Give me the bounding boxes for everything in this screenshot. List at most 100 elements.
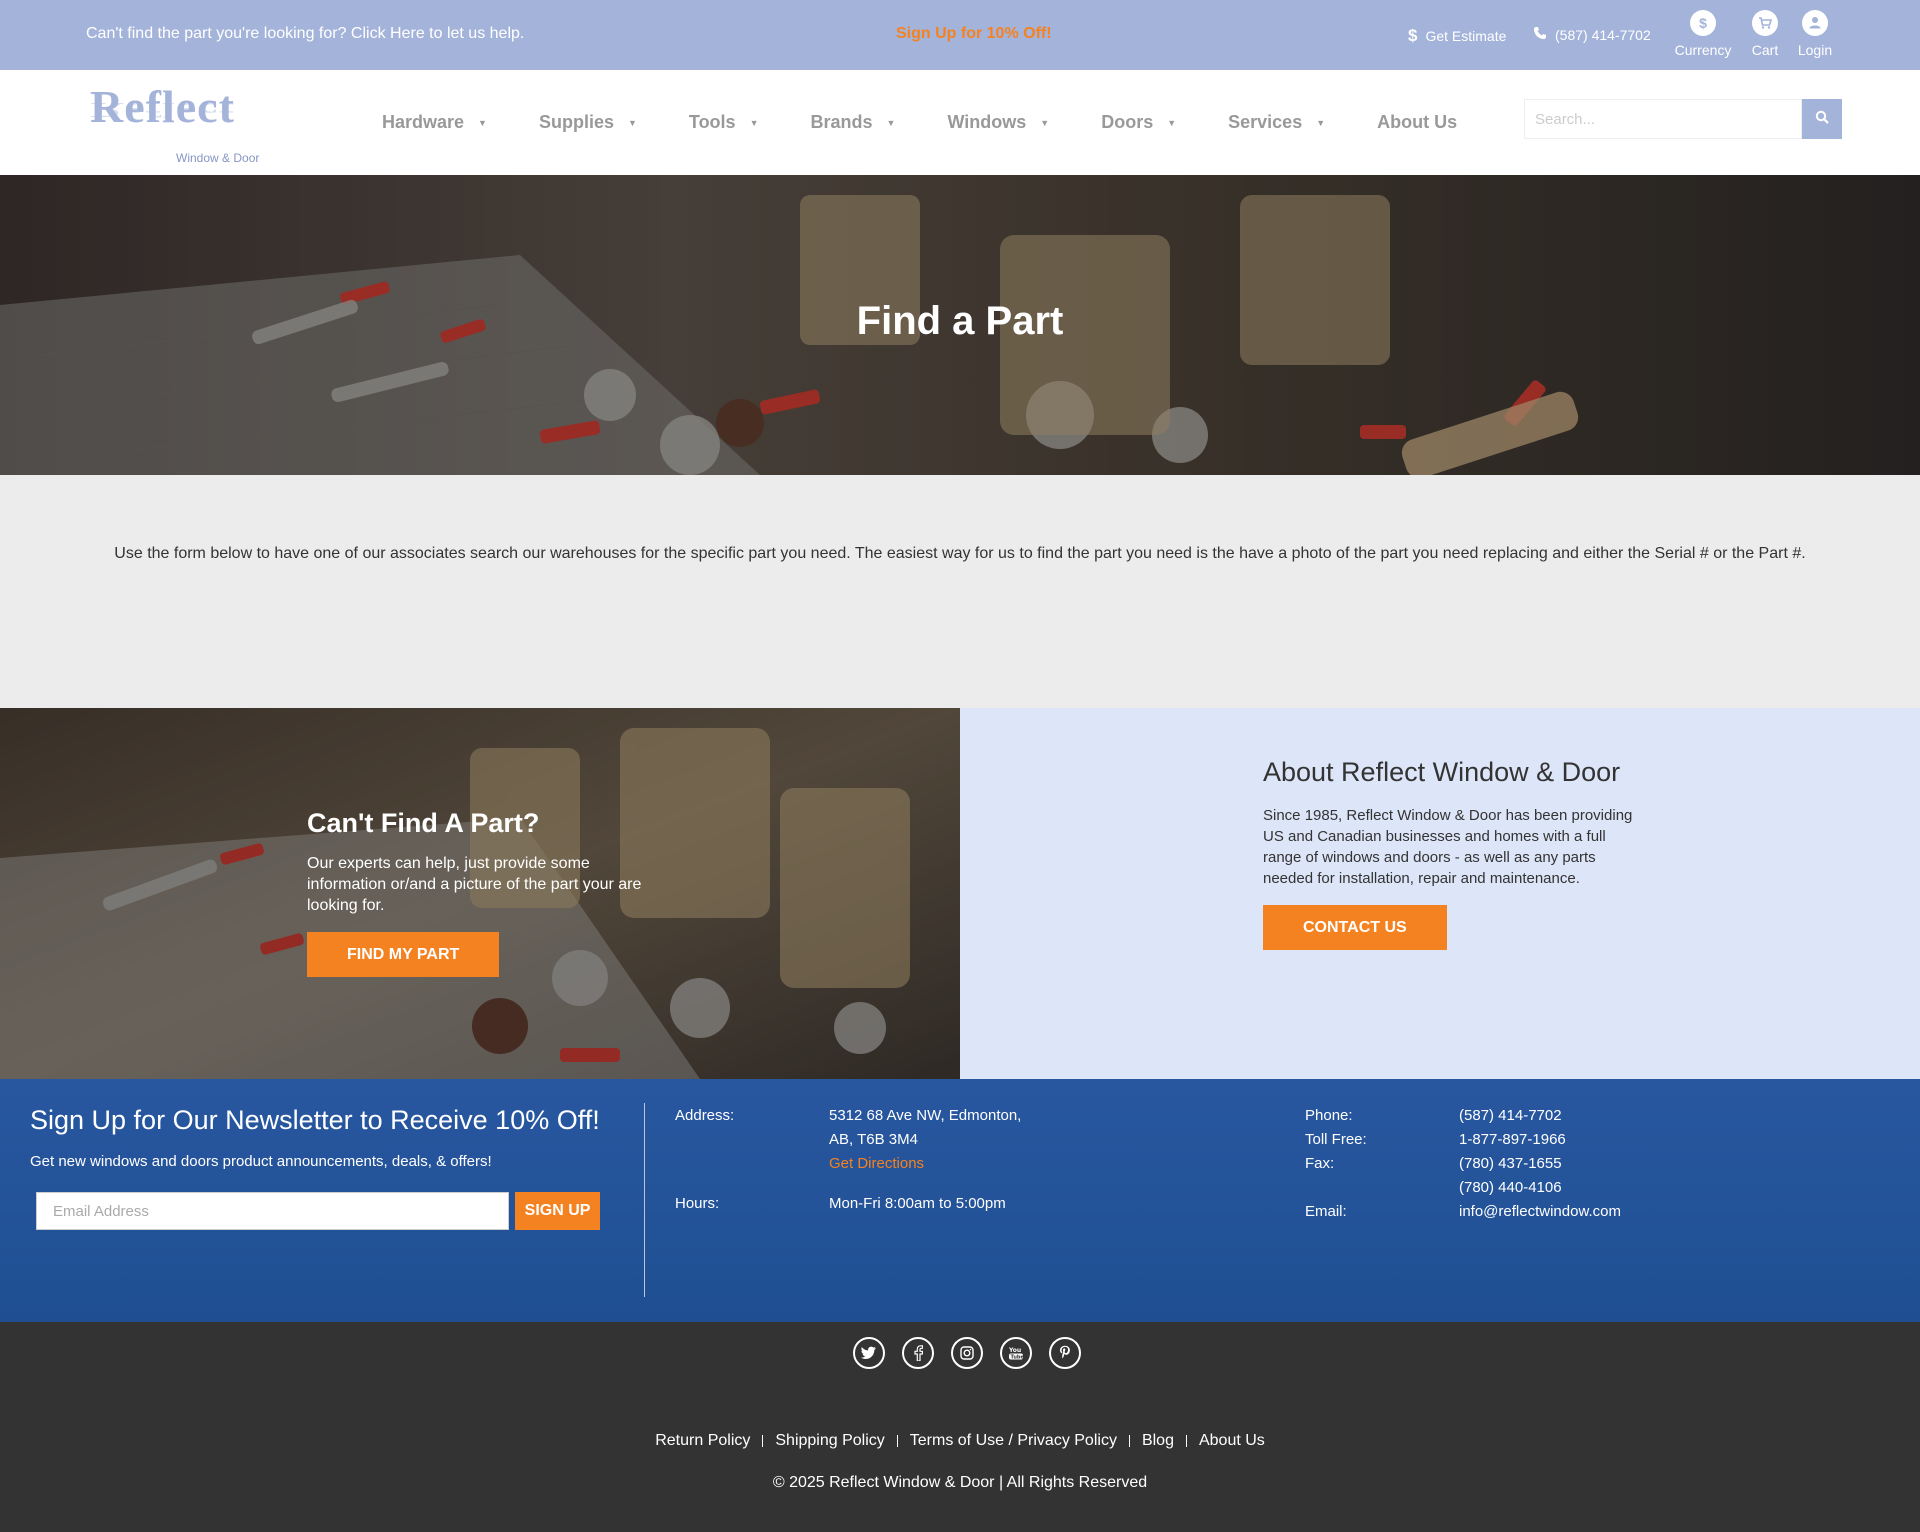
footer-info: Sign Up for Our Newsletter to Receive 10…: [0, 1079, 1920, 1322]
pinterest-icon[interactable]: [1049, 1337, 1081, 1369]
caret-down-icon: ▼: [886, 117, 896, 128]
hours-label: Hours:: [675, 1195, 720, 1212]
about-text: Since 1985, Reflect Window & Door has be…: [1263, 807, 1633, 887]
return-policy-link[interactable]: Return Policy: [655, 1432, 750, 1449]
blog-link[interactable]: Blog: [1142, 1432, 1174, 1449]
phone-link[interactable]: (587) 414-7702: [1533, 26, 1651, 43]
nav-item-windows[interactable]: Windows ▼: [947, 112, 1049, 133]
cant-find-part-heading: Can't Find A Part?: [307, 808, 540, 838]
caret-down-icon: ▼: [627, 117, 637, 128]
nav-item-about-us[interactable]: About Us: [1377, 112, 1457, 133]
login-button[interactable]: Login: [1780, 10, 1850, 58]
newsletter-text: Get new windows and doors product announ…: [30, 1153, 492, 1170]
twitter-icon[interactable]: [853, 1337, 885, 1369]
link-separator: [1128, 1434, 1130, 1447]
facebook-icon[interactable]: [902, 1337, 934, 1369]
cant-find-part-text: Our experts can help, just provide some …: [307, 855, 642, 914]
promo-signup-link[interactable]: Sign Up for 10% Off!: [896, 25, 1052, 43]
hours-value: Mon-Fri 8:00am to 5:00pm: [829, 1195, 1006, 1212]
bottom-footer: You Tube Return Policy Shipping Policy Term…: [0, 1322, 1920, 1532]
newsletter-heading: Sign Up for Our Newsletter to Receive 10…: [30, 1105, 600, 1135]
newsletter-form: SIGN UP: [36, 1192, 600, 1230]
about-heading: About Reflect Window & Door: [1263, 757, 1621, 787]
address-column: Address: 5312 68 Ave NW, Edmonton, AB, T6…: [675, 1104, 1021, 1216]
about-content: About Reflect Window & Door Since 1985, …: [1263, 756, 1633, 950]
phone-number: (587) 414-7702: [1555, 26, 1651, 43]
user-icon: [1802, 10, 1828, 36]
svg-text:Tube: Tube: [1011, 1355, 1025, 1361]
link-separator: [762, 1434, 764, 1447]
site-logo[interactable]: Reflect Reflect Window & Door: [90, 84, 270, 166]
fax-value-1: (780) 437-1655: [1459, 1155, 1562, 1172]
logo-reflection: Reflect: [90, 98, 235, 122]
address-line2: AB, T6B 3M4: [829, 1131, 918, 1148]
intro-section: Use the form below to have one of our as…: [0, 475, 1920, 708]
currency-button[interactable]: $ Currency: [1668, 10, 1738, 58]
nav-item-doors[interactable]: Doors ▼: [1101, 112, 1176, 133]
fax-label: Fax:: [1305, 1155, 1335, 1172]
contact-us-button[interactable]: CONTACT US: [1263, 905, 1447, 950]
cant-find-part-content: Can't Find A Part? Our experts can help,…: [307, 808, 667, 977]
svg-text:You: You: [1008, 1347, 1021, 1354]
search-button[interactable]: [1802, 99, 1842, 139]
link-separator: [1185, 1434, 1187, 1447]
copyright-text: © 2025 Reflect Window & Door | All Right…: [772, 1474, 1148, 1491]
search-icon: [1815, 110, 1829, 129]
shipping-policy-link[interactable]: Shipping Policy: [775, 1432, 884, 1449]
youtube-icon[interactable]: You Tube: [1000, 1337, 1032, 1369]
nav-item-brands[interactable]: Brands ▼: [811, 112, 896, 133]
caret-down-icon: ▼: [478, 117, 487, 128]
get-estimate-link[interactable]: $ Get Estimate: [1408, 26, 1506, 46]
currency-label: Currency: [1674, 42, 1732, 58]
phone-value[interactable]: (587) 414-7702: [1459, 1104, 1562, 1128]
caret-down-icon: ▼: [1316, 117, 1326, 128]
page-title: Find a Part: [856, 299, 1064, 343]
social-links: You Tube: [853, 1337, 1081, 1369]
newsletter-section: Sign Up for Our Newsletter to Receive 10…: [30, 1104, 600, 1230]
nav-item-services[interactable]: Services ▼: [1228, 112, 1325, 133]
phone-icon: [1533, 26, 1547, 43]
phone-label: Phone:: [1305, 1107, 1353, 1124]
cart-label: Cart: [1751, 42, 1779, 58]
search-input[interactable]: [1524, 99, 1802, 139]
address-line1: 5312 68 Ave NW, Edmonton,: [829, 1107, 1022, 1124]
hero-banner: Find a Part: [0, 175, 1920, 475]
caret-down-icon: ▼: [1040, 117, 1050, 128]
fax-value-2: (780) 440-4106: [1459, 1179, 1562, 1196]
footer-divider: [644, 1103, 645, 1297]
nav-item-hardware[interactable]: Hardware ▼: [382, 112, 487, 133]
get-estimate-label: Get Estimate: [1425, 28, 1507, 44]
find-my-part-button[interactable]: FIND MY PART: [307, 932, 500, 977]
get-directions-link[interactable]: Get Directions: [829, 1152, 924, 1176]
top-bar: Can't find the part you're looking for? …: [0, 0, 1920, 70]
terms-privacy-link[interactable]: Terms of Use / Privacy Policy: [910, 1432, 1117, 1449]
contact-column: Phone: (587) 414-7702 Toll Free: 1-877-897…: [1305, 1104, 1621, 1224]
help-link[interactable]: Can't find the part you're looking for? …: [86, 25, 524, 43]
site-header: Reflect Reflect Window & Door Hardware ▼ …: [0, 70, 1920, 175]
logo-subtitle: Window & Door: [176, 151, 260, 165]
email-value[interactable]: info@reflectwindow.com: [1459, 1200, 1621, 1224]
instagram-icon[interactable]: [951, 1337, 983, 1369]
dollar-icon: $: [1408, 26, 1418, 45]
cant-find-part-panel: Can't Find A Part? Our experts can help,…: [0, 708, 960, 1079]
nav-item-tools[interactable]: Tools ▼: [689, 112, 759, 133]
email-label: Email:: [1305, 1203, 1347, 1220]
address-label: Address:: [675, 1107, 735, 1124]
tollfree-label: Toll Free:: [1305, 1131, 1367, 1148]
caret-down-icon: ▼: [1167, 117, 1177, 128]
newsletter-signup-button[interactable]: SIGN UP: [515, 1192, 600, 1230]
newsletter-email-input[interactable]: [36, 1192, 510, 1230]
currency-icon: $: [1690, 10, 1716, 36]
cart-icon: [1752, 10, 1778, 36]
nav-item-supplies[interactable]: Supplies ▼: [539, 112, 637, 133]
about-us-link[interactable]: About Us: [1199, 1432, 1265, 1449]
link-separator: [896, 1434, 898, 1447]
footer-links: Return Policy Shipping Policy Terms of Use…: [0, 1432, 1920, 1450]
tollfree-value[interactable]: 1-877-897-1966: [1459, 1128, 1566, 1152]
login-label: Login: [1797, 42, 1833, 58]
caret-down-icon: ▼: [749, 117, 759, 128]
intro-text: Use the form below to have one of our as…: [114, 545, 1806, 562]
search-bar: [1524, 99, 1842, 139]
main-nav: Hardware ▼ Supplies ▼ Tools ▼ Brands ▼ Windo…: [382, 112, 1509, 133]
about-panel: About Reflect Window & Door Since 1985, …: [960, 708, 1920, 1079]
